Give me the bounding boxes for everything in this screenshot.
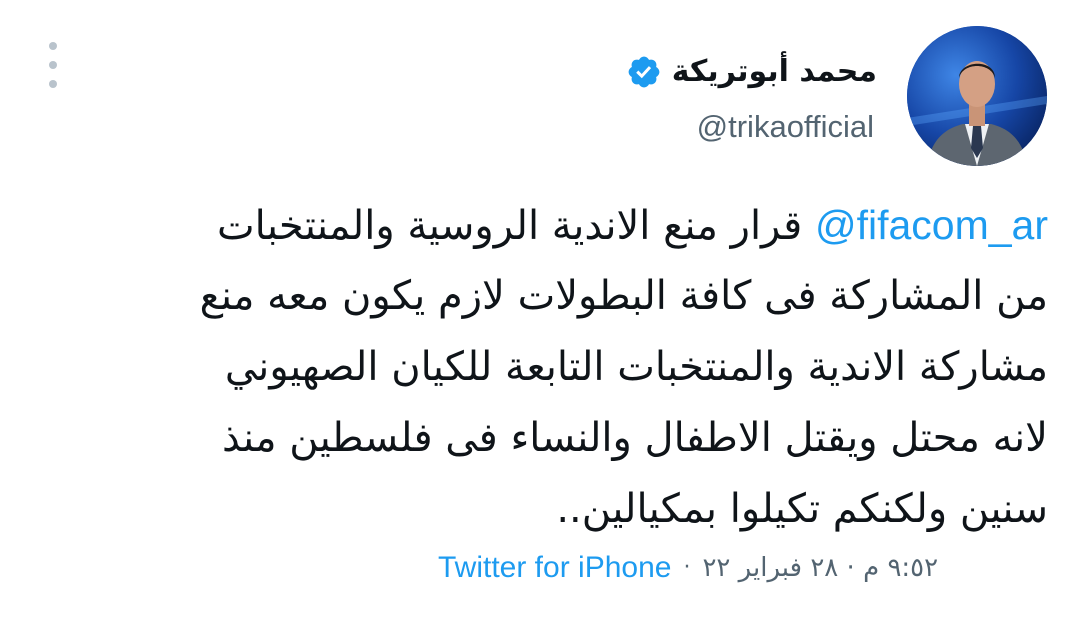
tweet-text-line: لانه محتل ويقتل الاطفال والنساء فى فلسطي… [222, 415, 1048, 461]
tweet-text-line: من المشاركة فى كافة البطولات لازم يكون م… [199, 273, 1048, 319]
tweet-card: محمد أبوتريكة @trikaofficial @fifacom_ar… [0, 0, 1079, 617]
tweet-text-segment: قرار منع الاندية الروسية والمنتخبات [217, 203, 803, 249]
author-handle[interactable]: @trikaofficial [697, 107, 874, 147]
author-name-row[interactable]: محمد أبوتريكة [626, 52, 877, 92]
verified-badge-icon [628, 56, 660, 88]
more-options-icon[interactable] [40, 40, 64, 90]
person-avatar-icon [907, 26, 1047, 166]
meta-separator: · [683, 555, 691, 580]
tweet-text-line: مشاركة الاندية والمنتخبات التابعة للكيان… [224, 344, 1048, 390]
author-avatar[interactable] [907, 26, 1047, 166]
tweet-timestamp[interactable]: ٩:٥٢ م · ٢٨ فبراير ٢٢ [702, 548, 938, 588]
tweet-text: @fifacom_ar قرار منع الاندية الروسية وال… [40, 190, 1048, 545]
tweet-text-line: سنين ولكنكم تكيلوا بمكيالين.. [556, 486, 1048, 532]
mention-link[interactable]: @fifacom_ar [815, 202, 1048, 248]
tweet-meta: Twitter for iPhone · ٩:٥٢ م · ٢٨ فبراير … [438, 548, 938, 588]
author-display-name[interactable]: محمد أبوتريكة [672, 52, 877, 92]
source-link[interactable]: Twitter for iPhone [438, 548, 671, 588]
tweet-text-line: @fifacom_ar قرار منع الاندية الروسية وال… [40, 190, 1048, 261]
